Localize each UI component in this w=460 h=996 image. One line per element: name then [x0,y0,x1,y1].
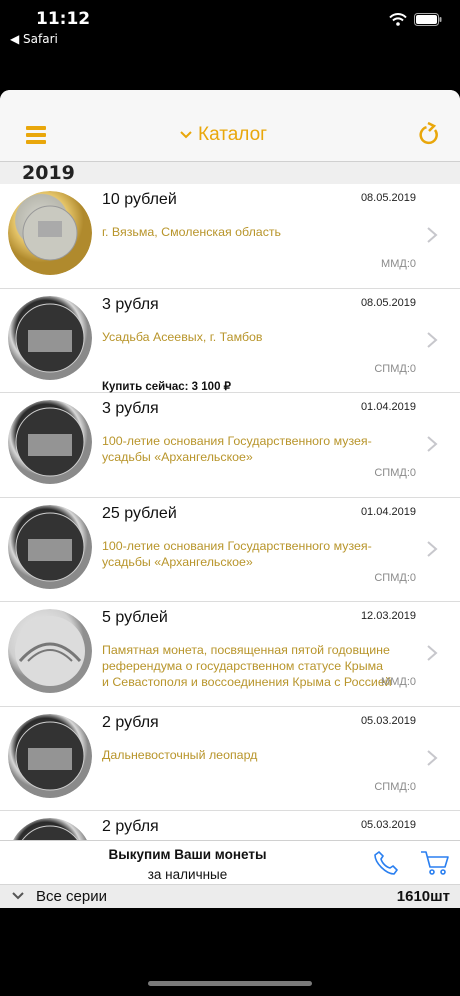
status-icons [389,13,442,26]
coin-description: Усадьба Асеевых, г. Тамбов [102,329,263,344]
chevron-right-icon [427,331,438,348]
coin-date: 01.04.2019 [360,505,416,518]
coin-image [8,295,92,380]
back-to-app-link[interactable]: ◀ Safari [10,32,58,46]
coin-description: Памятная монета, посвященная пятой годов… [102,643,392,689]
home-indicator[interactable] [148,981,312,986]
mint-count: СПМД:0 [374,571,416,584]
catalog-title-button[interactable]: Каталог [180,124,267,146]
hamburger-icon[interactable] [26,126,46,146]
buyback-bar: Выкупим Ваши монеты за наличные [0,840,460,884]
coin-date: 01.04.2019 [360,401,416,413]
coin-count: 1610шт [396,888,450,905]
back-app-label: Safari [23,32,58,46]
refresh-icon[interactable] [418,122,440,146]
navbar: Каталог [0,90,460,162]
coin-image [8,191,92,275]
coin-denomination: 5 рублей [102,609,168,626]
coin-row[interactable]: 3 рубля 08.05.2019 Усадьба Асеевых, г. Там… [0,289,460,393]
coin-description: Дальневосточный леопард [102,747,258,762]
coin-date: 05.03.2019 [360,819,416,831]
year-label: 2019 [22,162,75,184]
buyback-title[interactable]: Выкупим Ваши монеты [0,847,375,862]
coin-denomination: 2 рубля [102,818,159,835]
coin-date: 08.05.2019 [360,296,416,309]
coin-image [8,609,92,693]
coin-denomination: 25 рублей [102,504,177,522]
mint-count: СПМД:0 [374,362,416,375]
coin-description: 100-летие основания Государственного муз… [102,538,372,569]
mint-count: ММД:0 [381,258,416,270]
coin-image [8,400,92,484]
year-section-header: 2019 [0,162,460,184]
chevron-down-icon [180,131,192,139]
coin-row[interactable]: 10 рублей 08.05.2019 г. Вязьма, Смоленская… [0,184,460,289]
phone-icon[interactable] [372,849,400,877]
chevron-right-icon [427,749,438,766]
coin-list: 10 рублей 08.05.2019 г. Вязьма, Смоленская… [0,184,460,908]
coin-date: 12.03.2019 [360,610,416,622]
chevron-right-icon [427,540,438,557]
chevron-right-icon [427,436,438,452]
buyback-subtitle[interactable]: за наличные [0,867,375,882]
catalog-sheet: Каталог 2019 10 рублей 08.05.2019 г. Вязьм… [0,90,460,908]
coin-row[interactable]: 3 рубля 01.04.2019 100-летие основания Гос… [0,393,460,498]
coin-denomination: 3 рубля [102,295,159,313]
coin-date: 05.03.2019 [360,714,416,727]
chevron-right-icon [427,645,438,661]
coin-denomination: 2 рубля [102,713,159,731]
buy-now-price[interactable]: Купить сейчас: 3 100 ₽ [102,379,231,393]
coin-denomination: 10 рублей [102,191,177,208]
series-label: Все серии [36,888,107,905]
coin-denomination: 3 рубля [102,400,159,417]
chevron-down-icon [12,892,24,900]
chevron-right-icon [427,227,438,243]
coin-description: г. Вязьма, Смоленская область [102,225,282,239]
cart-icon[interactable] [420,849,450,877]
mint-count: СПМД:0 [374,467,416,479]
coin-image [8,713,92,798]
battery-icon [414,13,442,26]
series-filter-bar[interactable]: Все серии 1610шт [0,884,460,908]
mint-count: ММД:0 [381,676,416,688]
wifi-icon [389,13,407,26]
coin-image [8,504,92,589]
coin-description: 100-летие основания Государственного муз… [102,434,372,464]
coin-date: 08.05.2019 [360,192,416,204]
mint-count: СПМД:0 [374,780,416,793]
page-title: Каталог [198,124,268,145]
status-time: 11:12 [36,9,91,29]
coin-row[interactable]: 2 рубля 05.03.2019 Дальневосточный леопард… [0,707,460,811]
coin-row[interactable]: 25 рублей 01.04.2019 100-летие основания Г… [0,498,460,602]
coin-row[interactable]: 5 рублей 12.03.2019 Памятная монета, посвя… [0,602,460,707]
status-bar: 11:12 ◀ Safari [0,0,460,60]
